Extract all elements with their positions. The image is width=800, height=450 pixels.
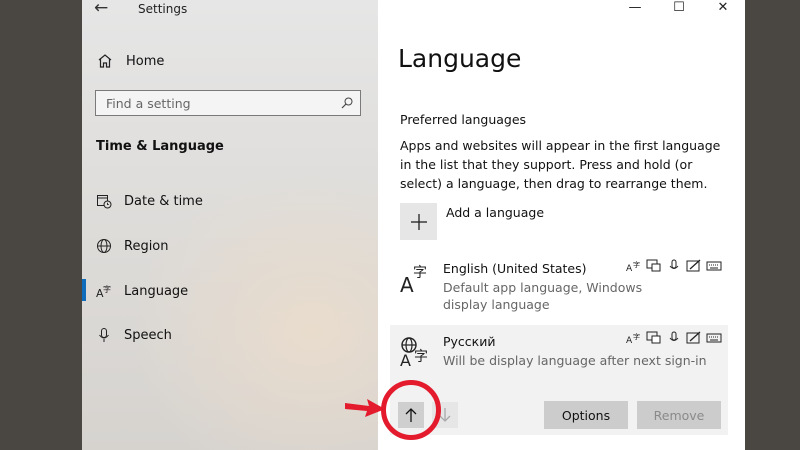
plus-icon [410, 213, 427, 230]
sidebar-item-speech[interactable]: Speech [96, 325, 172, 345]
svg-text:字: 字 [413, 265, 427, 281]
preferred-languages-description: Apps and websites will appear in the fir… [400, 138, 721, 191]
minimize-icon[interactable]: — [613, 0, 657, 18]
search-box[interactable] [95, 90, 361, 116]
options-button[interactable]: Options [544, 401, 628, 429]
home-link[interactable]: Home [96, 51, 164, 71]
pointer-arrow-annotation [345, 399, 385, 417]
svg-text:字: 字 [633, 332, 640, 341]
back-arrow-icon[interactable]: ← [94, 0, 108, 18]
preferred-languages-heading: Preferred languages [400, 112, 527, 127]
handwriting-icon [686, 331, 701, 344]
page-title: Language [398, 44, 522, 73]
keyboard-icon [706, 333, 722, 343]
keyboard-icon [706, 261, 722, 271]
sidebar-item-language[interactable]: A 字 Language [96, 281, 188, 301]
content-pane: — ☐ ✕ Language Preferred languages Apps … [378, 0, 745, 450]
maximize-icon[interactable]: ☐ [657, 0, 701, 18]
nav-pane: ← Settings Home Time & Language [82, 0, 378, 450]
add-language-label[interactable]: Add a language [446, 205, 544, 220]
speech-recognition-icon [669, 259, 679, 269]
text-to-speech-icon [646, 331, 661, 344]
handwriting-icon [686, 259, 701, 272]
close-icon[interactable]: ✕ [701, 0, 745, 18]
language-item-english[interactable]: A 字 English (United States) Default app … [390, 252, 728, 316]
language-icon: A 字 [96, 284, 111, 299]
microphone-icon [99, 328, 109, 342]
sidebar-item-label: Language [124, 283, 189, 299]
language-glyph-icon: A 字 [400, 265, 427, 294]
app-title: Settings [138, 2, 188, 16]
language-name: English (United States) [443, 261, 587, 276]
svg-text:A: A [400, 273, 414, 294]
sidebar-item-date-time[interactable]: Date & time [96, 191, 203, 211]
display-language-icon: A字 [626, 260, 640, 273]
sidebar-item-label: Region [124, 238, 169, 254]
section-title: Time & Language [96, 139, 224, 154]
svg-text:字: 字 [103, 284, 111, 294]
language-name: Русский [443, 334, 496, 349]
language-features: A字 [626, 331, 722, 345]
svg-text:A: A [626, 264, 633, 273]
text-to-speech-icon [646, 259, 661, 272]
globe-icon [97, 239, 111, 253]
svg-text:A: A [626, 336, 633, 345]
sidebar-item-region[interactable]: Region [96, 236, 169, 256]
sidebar-item-label: Speech [124, 327, 172, 343]
search-input[interactable] [96, 91, 336, 115]
calendar-clock-icon [97, 195, 112, 209]
highlight-circle-annotation [381, 380, 441, 440]
svg-text:A: A [400, 351, 411, 367]
remove-button[interactable]: Remove [637, 401, 721, 429]
language-features: A字 [626, 259, 722, 273]
display-language-icon: A字 [626, 332, 640, 345]
svg-text:字: 字 [414, 349, 428, 365]
title-bar: ← Settings [82, 0, 378, 18]
selection-indicator [82, 279, 86, 301]
window-controls: — ☐ ✕ [613, 0, 745, 18]
language-pack-icon: A 字 [400, 337, 428, 367]
search-icon[interactable] [341, 97, 353, 109]
language-detail: Default app language, Windows display la… [443, 280, 643, 312]
speech-recognition-icon [669, 331, 679, 341]
home-label: Home [126, 53, 165, 69]
svg-text:字: 字 [633, 260, 640, 269]
add-language-button[interactable] [400, 203, 437, 240]
sidebar-item-label: Date & time [124, 193, 203, 209]
language-detail: Will be display language after next sign… [443, 353, 707, 368]
home-icon [98, 54, 112, 68]
